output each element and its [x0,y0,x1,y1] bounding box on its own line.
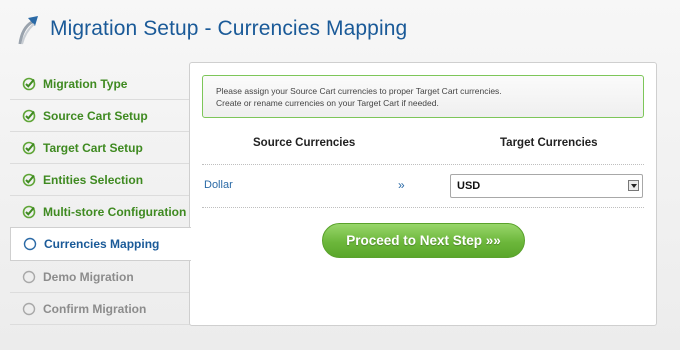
check-circle-icon [22,109,36,123]
step-source-cart-setup[interactable]: Source Cart Setup [10,100,190,132]
step-confirm-migration[interactable]: Confirm Migration [10,293,190,325]
steps-sidebar: Migration Type Source Cart Setup Target … [10,68,191,325]
step-currencies-mapping[interactable]: Currencies Mapping [10,227,191,261]
circle-icon [23,237,37,251]
step-label: Multi-store Configuration [43,204,187,219]
source-currency-name: Dollar [204,179,233,191]
page-title: Migration Setup - Currencies Mapping [50,17,408,40]
step-label: Entities Selection [43,172,144,187]
step-migration-type[interactable]: Migration Type [10,68,190,100]
step-entities-selection[interactable]: Entities Selection [10,164,190,196]
circle-icon [22,302,36,316]
info-notice: Please assign your Source Cart currencie… [202,75,644,118]
step-label: Demo Migration [43,269,134,284]
divider [202,207,644,208]
step-label: Confirm Migration [43,301,147,316]
step-target-cart-setup[interactable]: Target Cart Setup [10,132,190,164]
notice-line: Please assign your Source Cart currencie… [216,86,502,96]
mapping-arrow-icon: » [398,178,405,192]
source-currencies-header: Source Currencies [253,137,356,149]
target-currency-select[interactable]: USD [450,174,643,198]
circle-icon [22,270,36,284]
selected-value: USD [457,180,481,192]
step-label: Source Cart Setup [43,108,148,123]
step-label: Migration Type [43,76,128,91]
dropdown-arrow-icon[interactable] [628,180,639,191]
step-multi-store-configuration[interactable]: Multi-store Configuration [10,196,190,228]
divider [202,164,644,165]
step-demo-migration[interactable]: Demo Migration [10,261,190,293]
check-circle-icon [22,205,36,219]
page-header: Migration Setup - Currencies Mapping [0,0,680,60]
step-label: Currencies Mapping [44,237,160,251]
step-label: Target Cart Setup [43,140,143,155]
notice-line: Create or rename currencies on your Targ… [216,98,439,108]
proceed-button[interactable]: Proceed to Next Step »» [322,223,525,258]
content-panel: Please assign your Source Cart currencie… [189,62,657,326]
migration-logo-icon [18,16,38,45]
target-currencies-header: Target Currencies [500,137,598,149]
check-circle-icon [22,77,36,91]
check-circle-icon [22,141,36,155]
check-circle-icon [22,173,36,187]
